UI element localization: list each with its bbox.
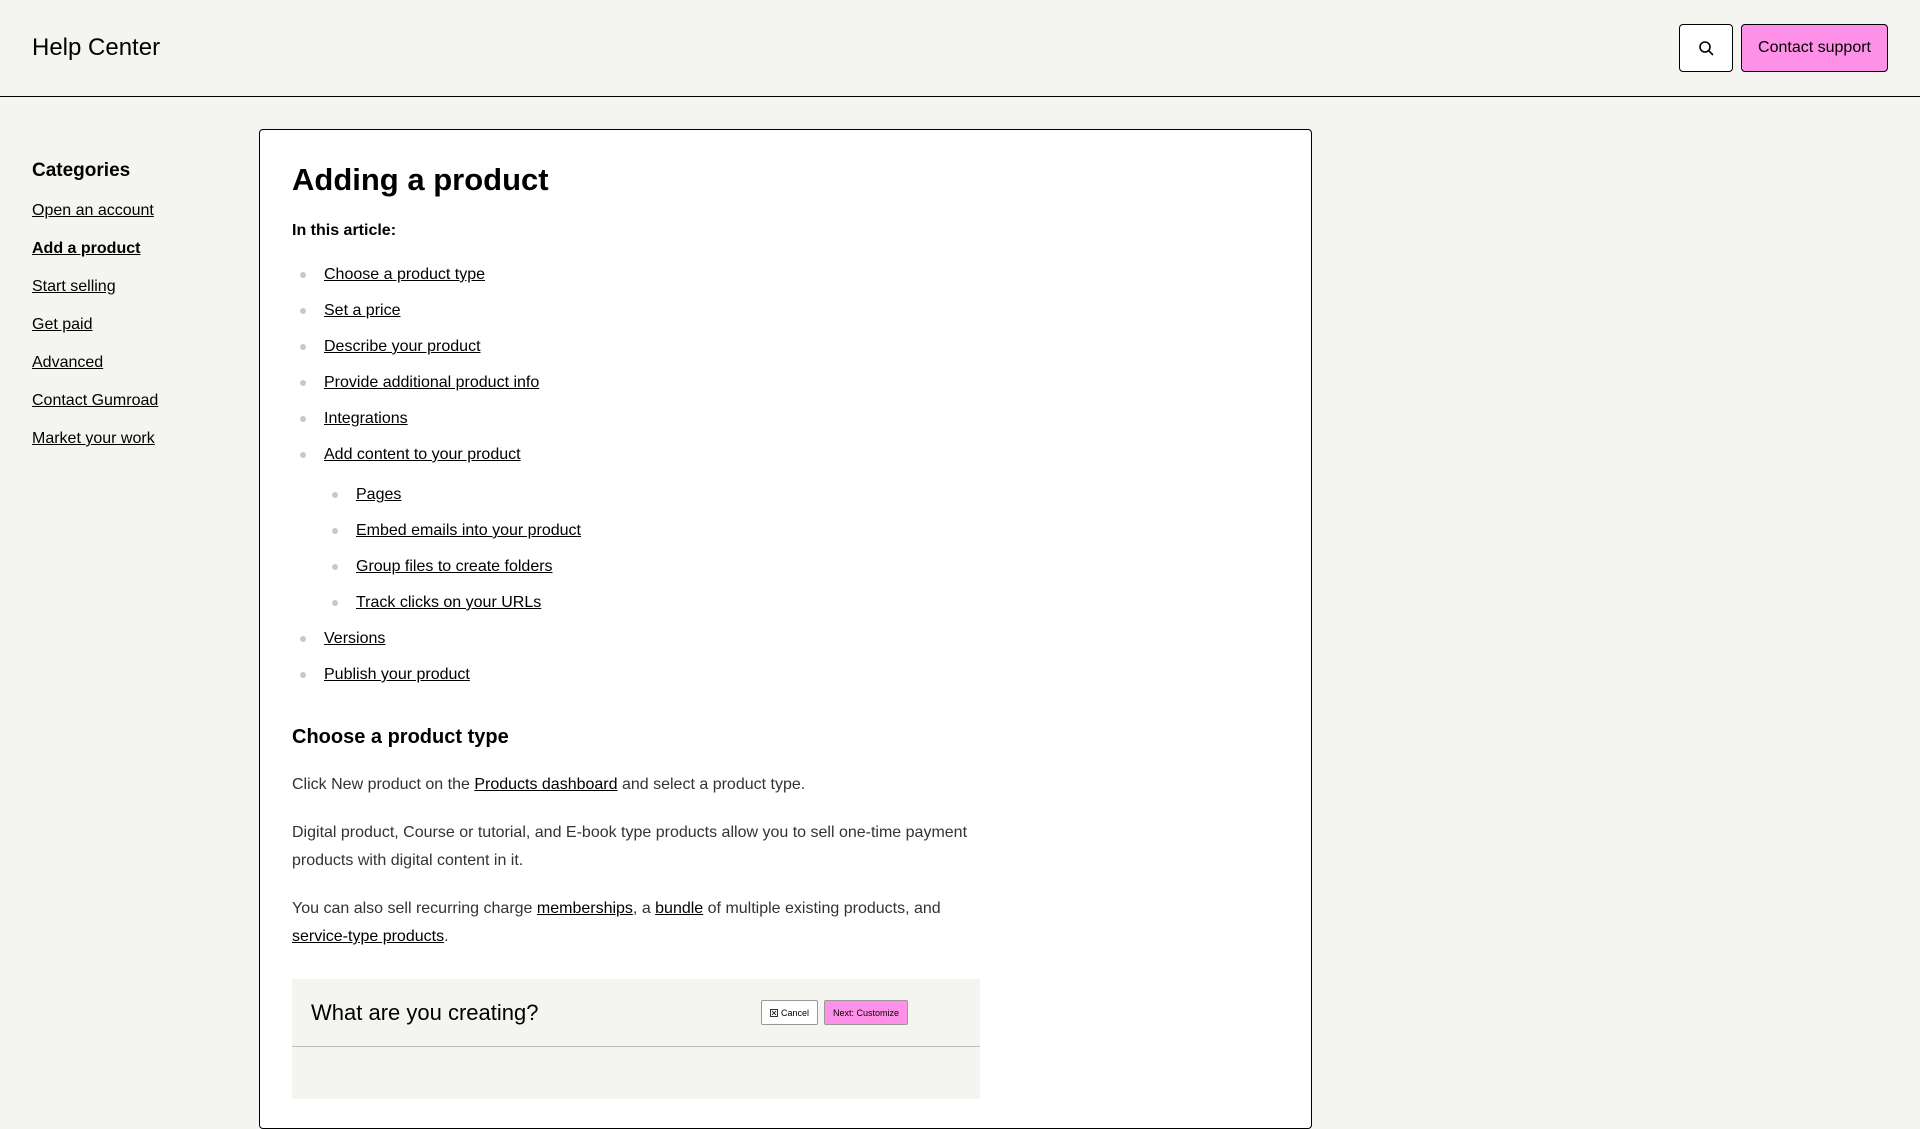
toc-item: Versions bbox=[292, 628, 1279, 650]
toc-link[interactable]: Set a price bbox=[324, 302, 400, 319]
toc-sublist: Pages Embed emails into your product Gro… bbox=[324, 484, 1279, 614]
preview-buttons: Cancel Next: Customize bbox=[760, 1000, 908, 1025]
preview-cancel-button: Cancel bbox=[760, 1000, 818, 1025]
toc-link[interactable]: Versions bbox=[324, 630, 385, 647]
sidebar-link[interactable]: Contact Gumroad bbox=[32, 392, 158, 409]
toc-item: Set a price bbox=[292, 300, 1279, 322]
toc-link[interactable]: Add content to your product bbox=[324, 446, 521, 463]
products-dashboard-link[interactable]: Products dashboard bbox=[474, 776, 617, 793]
sidebar-item-advanced: Advanced bbox=[32, 352, 232, 374]
categories-sidebar: Categories Open an account Add a product… bbox=[32, 160, 232, 466]
sidebar-item-add-product: Add a product bbox=[32, 238, 232, 260]
paragraph-3: You can also sell recurring charge membe… bbox=[292, 895, 982, 951]
preview-cancel-label: Cancel bbox=[780, 1007, 809, 1018]
preview-next-button: Next: Customize bbox=[823, 1000, 908, 1025]
memberships-link[interactable]: memberships bbox=[537, 900, 633, 917]
text: , a bbox=[632, 900, 656, 917]
toc-label: In this article: bbox=[292, 222, 397, 239]
toc-item: Choose a product type bbox=[292, 264, 1279, 286]
toc-sublink[interactable]: Embed emails into your product bbox=[356, 522, 581, 539]
toc-subitem: Embed emails into your product bbox=[324, 520, 1279, 542]
toc-subitem: Pages bbox=[324, 484, 1279, 506]
toc-item: Describe your product bbox=[292, 336, 1279, 358]
sidebar-link[interactable]: Start selling bbox=[32, 278, 116, 295]
article-card: Adding a product In this article: Choose… bbox=[259, 129, 1312, 1129]
search-icon bbox=[1699, 41, 1714, 56]
text: . bbox=[444, 928, 449, 945]
toc-item: Publish your product bbox=[292, 664, 1279, 686]
paragraph-2: Digital product, Course or tutorial, and… bbox=[292, 824, 968, 869]
sidebar-link[interactable]: Market your work bbox=[32, 430, 155, 447]
toc-item: Integrations bbox=[292, 408, 1279, 430]
toc-sublink[interactable]: Track clicks on your URLs bbox=[356, 594, 541, 611]
sidebar-item-start-selling: Start selling bbox=[32, 276, 232, 298]
toc-sublink[interactable]: Group files to create folders bbox=[356, 558, 553, 575]
toc-subitem: Track clicks on your URLs bbox=[324, 592, 1279, 614]
preview-title: What are you creating? bbox=[311, 999, 539, 1025]
bundle-link[interactable]: bundle bbox=[655, 900, 703, 917]
sidebar-link-active[interactable]: Add a product bbox=[32, 240, 140, 257]
toc-link[interactable]: Describe your product bbox=[324, 338, 481, 355]
table-of-contents: Choose a product type Set a price Descri… bbox=[292, 264, 1279, 686]
close-icon bbox=[770, 1008, 778, 1017]
sidebar-link[interactable]: Advanced bbox=[32, 354, 103, 371]
site-header: Help Center Contact support bbox=[0, 0, 1920, 97]
paragraph-1: Click New product on the Products dashbo… bbox=[292, 771, 982, 799]
toc-item: Add content to your product Pages Embed … bbox=[292, 444, 1279, 614]
sidebar-item-market-your-work: Market your work bbox=[32, 428, 232, 450]
toc-item: Provide additional product info bbox=[292, 372, 1279, 394]
categories-heading: Categories bbox=[32, 160, 131, 181]
sidebar-link[interactable]: Open an account bbox=[32, 202, 154, 219]
toc-link[interactable]: Provide additional product info bbox=[324, 374, 539, 391]
toc-subitem: Group files to create folders bbox=[324, 556, 1279, 578]
text: You can also sell recurring charge bbox=[292, 900, 537, 917]
section-heading: Choose a product type bbox=[292, 726, 509, 748]
sidebar-link[interactable]: Get paid bbox=[32, 316, 92, 333]
product-type-screenshot: What are you creating? Cancel Next: Cust… bbox=[292, 979, 980, 1099]
preview-header: What are you creating? Cancel Next: Cust… bbox=[292, 979, 980, 1047]
text: Click New product on the bbox=[292, 776, 475, 793]
site-title[interactable]: Help Center bbox=[32, 34, 160, 62]
toc-link[interactable]: Publish your product bbox=[324, 666, 470, 683]
text: and select a product type. bbox=[617, 776, 806, 793]
service-type-products-link[interactable]: service-type products bbox=[292, 928, 444, 945]
search-button[interactable] bbox=[1679, 24, 1734, 72]
toc-sublink[interactable]: Pages bbox=[356, 486, 401, 503]
sidebar-item-get-paid: Get paid bbox=[32, 314, 232, 336]
text: of multiple existing products, and bbox=[703, 900, 941, 917]
sidebar-item-open-account: Open an account bbox=[32, 200, 232, 222]
categories-list: Open an account Add a product Start sell… bbox=[32, 200, 232, 450]
toc-link[interactable]: Choose a product type bbox=[324, 266, 485, 283]
article-title: Adding a product bbox=[292, 162, 549, 197]
header-actions: Contact support bbox=[1679, 24, 1888, 72]
contact-support-button[interactable]: Contact support bbox=[1741, 24, 1888, 72]
sidebar-item-contact-gumroad: Contact Gumroad bbox=[32, 390, 232, 412]
toc-link[interactable]: Integrations bbox=[324, 410, 408, 427]
